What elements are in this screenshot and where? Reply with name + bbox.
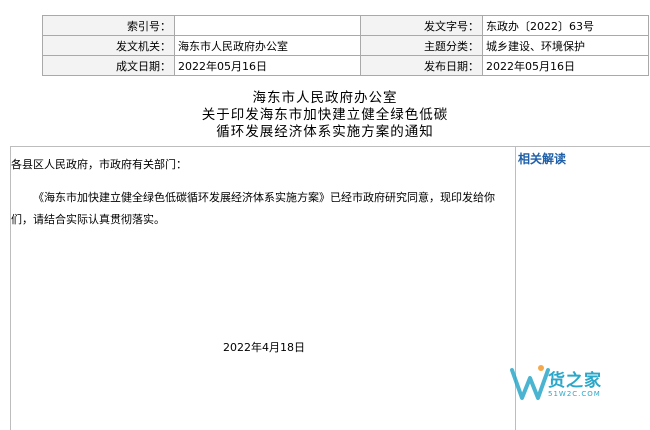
title-line-3: 循环发展经济体系实施方案的通知 [216,124,434,140]
watermark-text: 货之家 [548,371,602,391]
doc-number-value: 东政办〔2022〕63号 [482,15,649,36]
document-metadata-table: 索引号： 发文字号： 东政办〔2022〕63号 发文机关： 海东市人民政府办公室… [42,15,649,76]
metadata-row: 成文日期： 2022年05月16日 发布日期： 2022年05月16日 [42,55,649,76]
title-line-1: 海东市人民政府办公室 [252,90,398,106]
document-body: 各县区人民政府，市政府有关部门： 《海东市加快建立健全绿色低碳循环发展经济体系实… [10,146,516,430]
issuer-label: 发文机关： [42,35,175,56]
created-date-label: 成文日期： [42,55,175,76]
issuer-value: 海东市人民政府办公室 [174,35,361,56]
salutation: 各县区人民政府，市政府有关部门： [11,158,187,171]
index-label: 索引号： [42,15,175,36]
metadata-row: 索引号： 发文字号： 东政办〔2022〕63号 [42,15,649,36]
index-value [174,15,361,36]
related-readings-link[interactable]: 相关解读 [518,150,566,167]
doc-number-label: 发文字号： [360,15,483,36]
topic-value: 城乡建设、环境保护 [482,35,649,56]
title-line-2: 关于印发海东市加快建立健全绿色低碳 [201,107,449,123]
created-date-value: 2022年05月16日 [174,55,361,76]
published-date-label: 发布日期： [360,55,483,76]
published-date-value: 2022年05月16日 [482,55,649,76]
watermark-url: 51W2C.COM [548,390,601,398]
body-paragraph: 《海东市加快建立健全绿色低碳循环发展经济体系实施方案》已经市政府研究同意，现印发… [11,191,495,226]
metadata-row: 发文机关： 海东市人民政府办公室 主题分类： 城乡建设、环境保护 [42,35,649,56]
topic-label: 主题分类： [360,35,483,56]
signing-date: 2022年4月18日 [223,341,305,354]
